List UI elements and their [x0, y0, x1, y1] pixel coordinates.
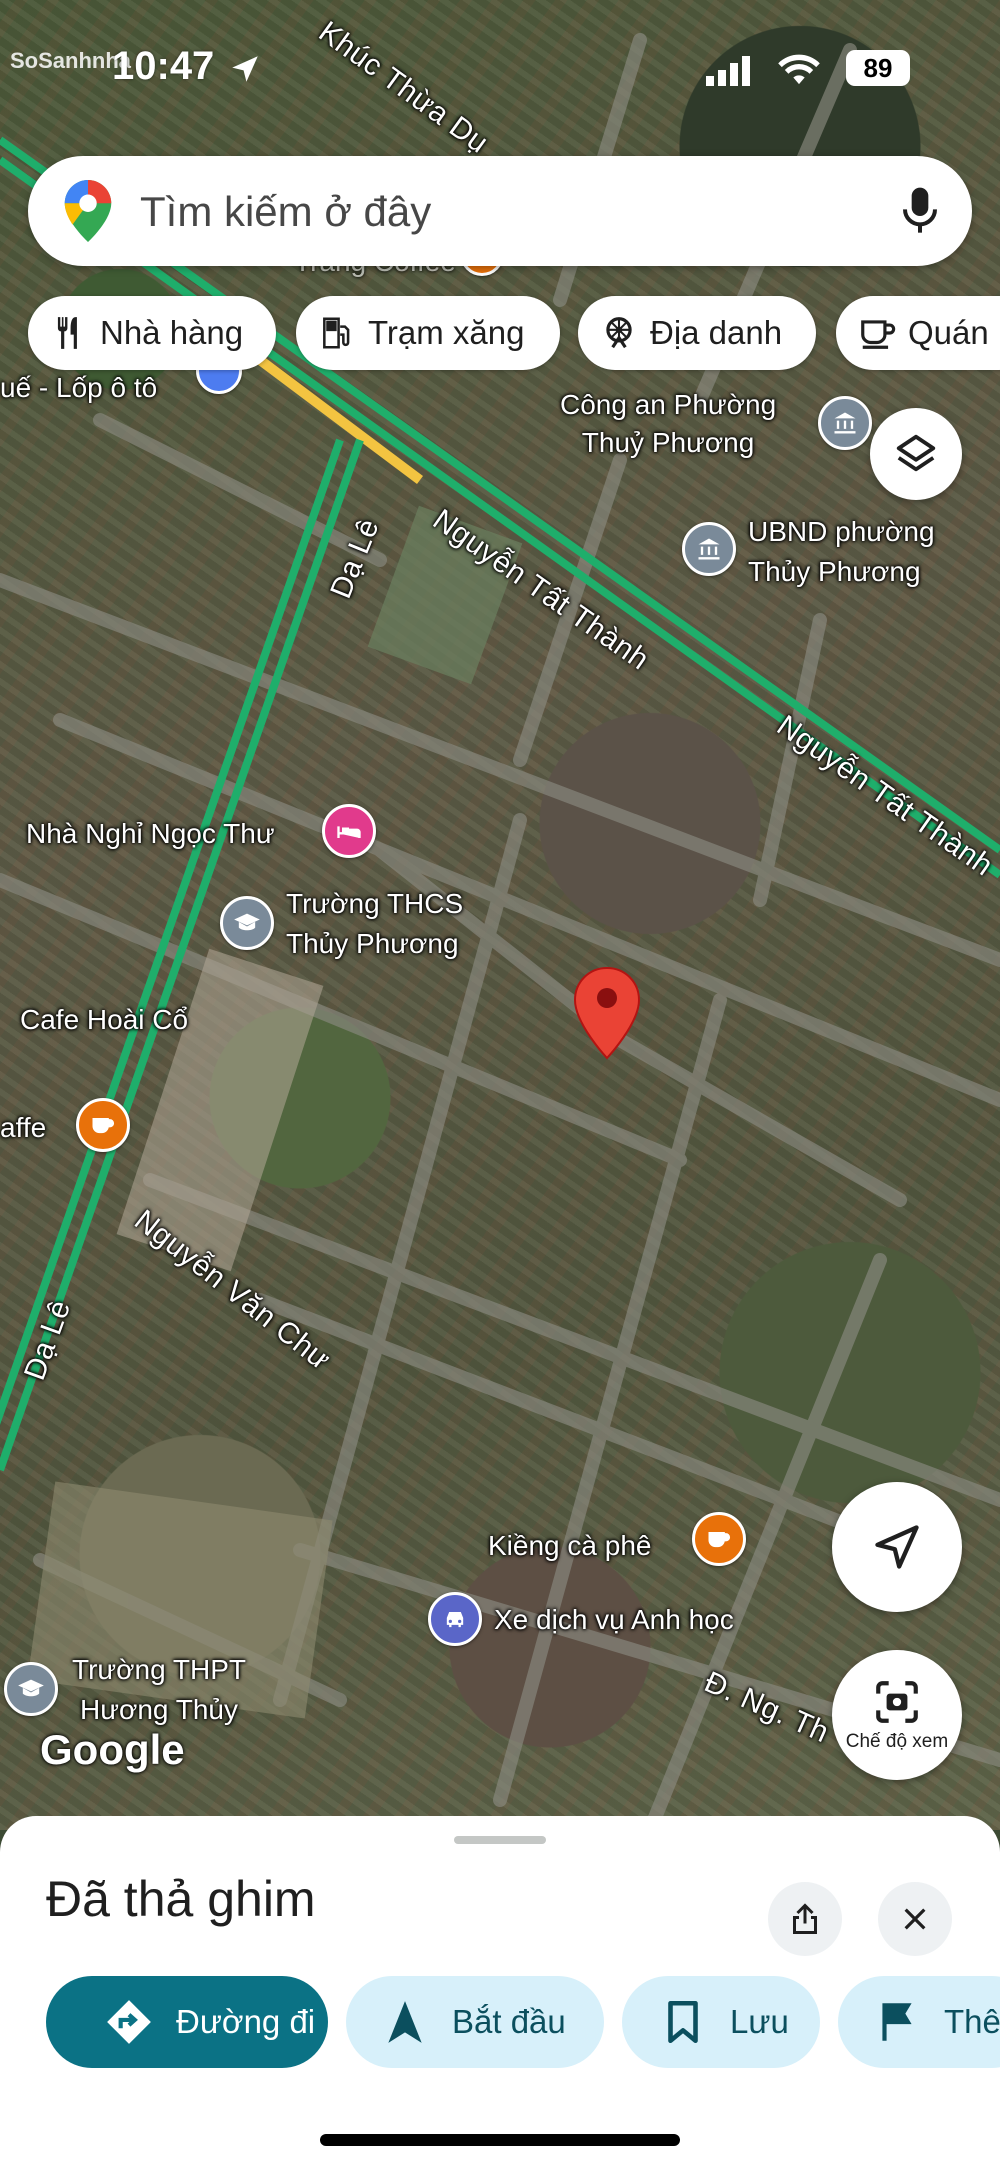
search-input[interactable]: Tìm kiếm ở đây	[140, 188, 431, 236]
coffee-icon	[861, 320, 896, 349]
view-mode-label: Chế độ xem	[845, 1731, 949, 1752]
school-icon[interactable]	[4, 1662, 58, 1716]
save-label: Lưu	[730, 2003, 789, 2040]
place-label-truong-thpt[interactable]: Trường THPT Hương Thủy	[72, 1650, 246, 1730]
status-bar: SoSanhnhà 10:47 89	[0, 0, 1000, 130]
search-bar[interactable]: Tìm kiếm ở đây	[28, 156, 972, 266]
place-label-caffe[interactable]: affe	[0, 1110, 46, 1146]
cellular-signal-icon	[706, 56, 750, 86]
battery-level: 89	[863, 53, 893, 83]
home-indicator[interactable]	[320, 2134, 680, 2146]
sheet-drag-handle[interactable]	[454, 1836, 546, 1844]
sheet-title: Đã thả ghim	[46, 1871, 316, 1927]
dropped-pin-icon[interactable]	[572, 966, 642, 1062]
start-label: Bắt đầu	[452, 2003, 566, 2040]
status-time: 10:47	[112, 44, 215, 88]
camera-view-icon	[876, 1681, 918, 1723]
car-icon[interactable]	[428, 1592, 482, 1646]
chip-restaurants[interactable]: Nhà hàng	[28, 296, 276, 370]
place-label-truong-thcs[interactable]: Trường THCS Thủy Phương	[286, 884, 463, 964]
share-button[interactable]	[768, 1882, 842, 1956]
bookmark-icon	[668, 2000, 698, 2044]
microphone-icon[interactable]	[900, 185, 940, 237]
gas-station-icon	[323, 317, 350, 349]
flag-icon	[882, 2003, 912, 2041]
google-logo: Google	[40, 1726, 185, 1773]
chip-label: Trạm xăng	[368, 314, 525, 351]
chip-landmarks[interactable]: Địa danh	[578, 296, 816, 370]
wifi-icon	[778, 54, 820, 85]
place-label-kieng-ca-phe[interactable]: Kiềng cà phê	[488, 1528, 651, 1564]
layers-button[interactable]	[870, 408, 962, 500]
view-mode-button[interactable]: Chế độ xem	[832, 1650, 962, 1780]
place-label-cong-an[interactable]: Công an Phường Thuỷ Phương	[560, 386, 776, 462]
label-label: Thê	[944, 2003, 1000, 2040]
place-label-nha-nghi[interactable]: Nhà Nghỉ Ngọc Thư	[26, 816, 275, 852]
share-icon	[793, 1903, 817, 1934]
place-label-cafe-hoai-co[interactable]: Cafe Hoài Cổ	[20, 1002, 188, 1038]
start-button[interactable]: Bắt đầu	[346, 1976, 604, 2068]
government-building-icon[interactable]	[682, 522, 736, 576]
restaurant-icon	[57, 317, 77, 349]
chip-gas-stations[interactable]: Trạm xăng	[296, 296, 560, 370]
save-button[interactable]: Lưu	[622, 1976, 820, 2068]
battery-indicator: 89	[846, 50, 910, 86]
location-arrow-icon	[232, 56, 258, 82]
place-label-ubnd[interactable]: UBND phường Thủy Phương	[748, 512, 935, 592]
directions-button[interactable]: Đường đi	[46, 1976, 328, 2068]
close-icon	[904, 1908, 926, 1930]
directions-icon	[107, 2000, 151, 2044]
place-label-xe-dich-vu[interactable]: Xe dịch vụ Anh học	[494, 1602, 734, 1638]
chip-label: Nhà hàng	[100, 314, 244, 351]
chip-cafes[interactable]: Quán	[836, 296, 1000, 370]
coffee-cup-icon[interactable]	[76, 1098, 130, 1152]
layers-icon	[896, 434, 936, 472]
my-location-button[interactable]	[832, 1482, 962, 1612]
google-maps-pin-icon	[64, 180, 112, 242]
chip-label: Quán	[908, 314, 989, 351]
close-button[interactable]	[878, 1882, 952, 1956]
school-icon[interactable]	[220, 896, 274, 950]
bottom-sheet[interactable]: Đã thả ghim Đường đi Bắt đầu Lưu Thê	[0, 1816, 1000, 2167]
directions-label: Đường đi	[176, 2003, 316, 2040]
place-label-lop-o-to[interactable]: uế - Lốp ô tô	[0, 370, 157, 406]
chip-label: Địa danh	[650, 314, 783, 351]
landmark-icon	[606, 317, 632, 349]
hotel-bed-icon[interactable]	[322, 804, 376, 858]
government-building-icon[interactable]	[818, 396, 872, 450]
navigation-arrow-icon	[875, 1525, 919, 1569]
navigation-arrow-icon	[388, 2001, 422, 2043]
coffee-cup-icon[interactable]	[692, 1512, 746, 1566]
label-button[interactable]: Thê	[838, 1976, 1000, 2068]
